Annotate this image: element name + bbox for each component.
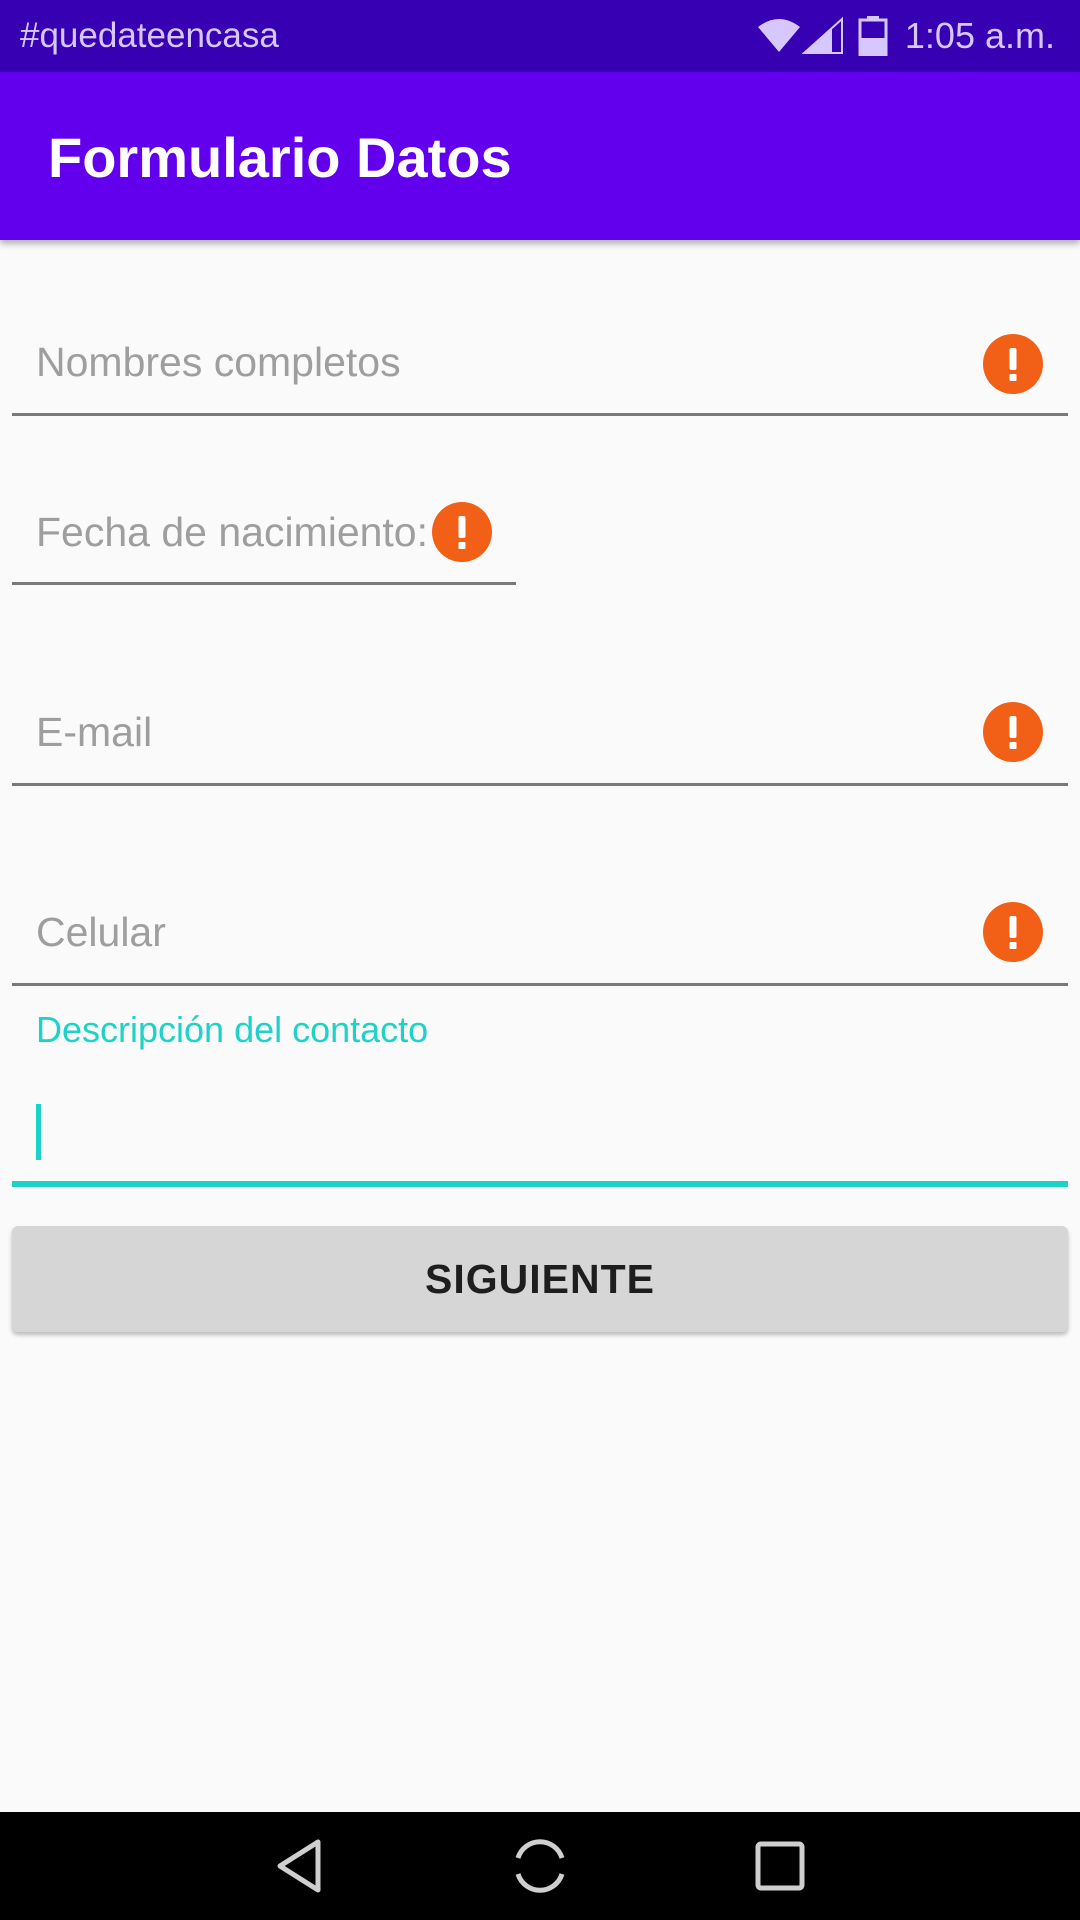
birth-date-underline [12, 582, 516, 585]
recents-icon[interactable] [750, 1836, 810, 1896]
error-alert-icon[interactable] [432, 502, 492, 562]
navigation-bar [0, 1812, 1080, 1920]
full-name-field[interactable]: Nombres completos [12, 320, 1068, 420]
status-bar: #quedateencasa 1:05 a.m. [0, 0, 1080, 72]
birth-date-field[interactable]: Fecha de nacimiento: [12, 490, 516, 590]
home-icon[interactable] [510, 1836, 570, 1896]
error-alert-icon[interactable] [983, 902, 1043, 962]
phone-underline [12, 983, 1068, 986]
email-placeholder: E-mail [36, 709, 153, 755]
next-button[interactable]: SIGUIENTE [12, 1226, 1068, 1332]
status-carrier-text: #quedateencasa [20, 16, 279, 55]
full-name-underline [12, 413, 1068, 416]
phone-field[interactable]: Celular [12, 890, 1068, 990]
cell-signal-icon [802, 17, 843, 54]
phone-placeholder: Celular [36, 909, 166, 955]
email-underline [12, 783, 1068, 786]
back-icon[interactable] [270, 1836, 330, 1896]
email-field[interactable]: E-mail [12, 690, 1068, 790]
status-time: 1:05 a.m. [904, 15, 1055, 56]
error-alert-icon[interactable] [983, 702, 1043, 762]
wifi-icon [758, 19, 800, 52]
next-button-label: SIGUIENTE [425, 1255, 655, 1302]
text-cursor [36, 1104, 41, 1160]
full-name-placeholder: Nombres completos [36, 339, 401, 385]
app-bar: Formulario Datos [0, 72, 1080, 240]
page-title: Formulario Datos [48, 126, 512, 189]
description-underline [12, 1181, 1068, 1187]
battery-icon [858, 16, 888, 56]
birth-date-placeholder: Fecha de nacimiento: [36, 509, 429, 555]
description-label: Descripción del contacto [36, 1009, 429, 1050]
error-alert-icon[interactable] [983, 334, 1043, 394]
